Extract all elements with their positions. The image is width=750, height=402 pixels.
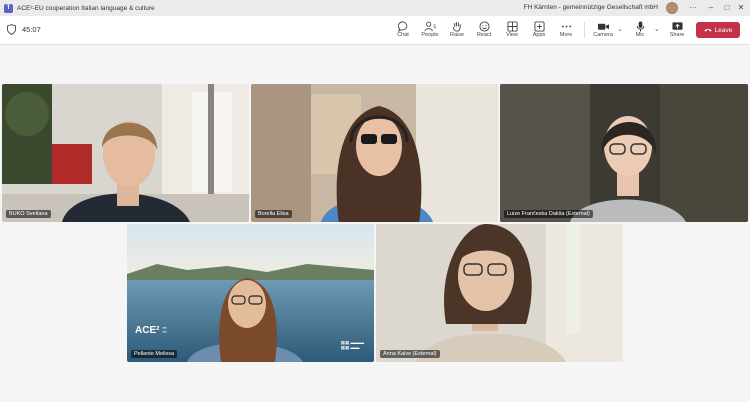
video-tile-buko-svetlana[interactable]: BUKO Svetlana <box>2 84 249 222</box>
participant-name: Pellante Melissa <box>131 350 178 358</box>
video-tile-pellante-melissa[interactable]: ACE² ▪▪▪ ▪▪▪ ▦▦ ▬▬▬ ▦▦ ▬▬ Pellante Melissa <box>127 224 374 362</box>
video-tile-anna-kalve[interactable]: Anna Kalve (External) <box>376 224 623 362</box>
view-button[interactable]: View <box>499 19 525 43</box>
camera-button[interactable]: Camera <box>590 19 616 43</box>
participant-name: BUKO Svetlana <box>6 210 51 218</box>
svg-text:5: 5 <box>433 24 436 30</box>
apps-plus-icon <box>533 21 545 32</box>
more-options-icon[interactable]: ··· <box>684 1 702 15</box>
participant-video <box>251 84 498 222</box>
phone-hangup-icon <box>704 28 712 32</box>
raise-hand-button[interactable]: Raise <box>444 19 470 43</box>
people-icon: 5 <box>424 21 436 32</box>
people-button[interactable]: 5 People <box>417 19 443 43</box>
window-title: ACE²-EU cooperation Italian language & c… <box>17 4 155 12</box>
teams-logo-icon: T <box>4 3 13 13</box>
microphone-icon <box>636 21 644 32</box>
participant-name: Anna Kalve (External) <box>380 350 440 358</box>
organization-name: FH Kärnten - gemeinnützige Gesellschaft … <box>523 4 658 11</box>
ace2-logo: ACE² ▪▪▪ ▪▪▪ <box>135 325 167 336</box>
share-button[interactable]: Share <box>664 19 690 43</box>
react-button[interactable]: React <box>471 19 497 43</box>
toolbar-divider <box>584 22 585 38</box>
hand-icon <box>452 21 461 32</box>
grid-view-icon <box>506 21 518 32</box>
participant-name: Borella Elisa <box>255 210 292 218</box>
title-bar: T ACE²-EU cooperation Italian language &… <box>0 0 750 16</box>
meeting-timer: 45:07 <box>22 25 41 34</box>
mic-options-chevron-icon[interactable]: ⌄ <box>654 25 660 33</box>
camera-options-chevron-icon[interactable]: ⌄ <box>617 25 623 33</box>
video-tile-luize-franceska-daksa[interactable]: Luize Frančeska Dakša (External) <box>500 84 748 222</box>
video-tile-borella-elisa[interactable]: Borella Elisa <box>251 84 498 222</box>
meeting-toolbar: 45:07 Chat 5 People Raise React View App… <box>0 16 750 45</box>
chat-button[interactable]: Chat <box>390 19 416 43</box>
shield-icon <box>7 24 16 35</box>
leave-button[interactable]: Leave <box>696 22 740 38</box>
share-screen-icon <box>671 22 683 30</box>
user-avatar[interactable] <box>666 2 678 14</box>
ellipsis-icon <box>561 25 571 28</box>
smiley-icon <box>478 21 490 32</box>
chat-icon <box>397 21 407 33</box>
close-icon[interactable]: ✕ <box>732 1 750 15</box>
participant-name: Luize Frančeska Dakša (External) <box>504 210 593 218</box>
camera-icon <box>597 23 609 30</box>
fh-kaernten-logo: ▦▦ ▬▬▬ ▦▦ ▬▬ <box>340 340 364 350</box>
participant-video <box>376 224 623 362</box>
participant-video <box>2 84 249 222</box>
participant-video <box>127 224 374 362</box>
mic-button[interactable]: Mic <box>627 19 653 43</box>
more-button[interactable]: More <box>553 19 579 43</box>
participant-video <box>500 84 748 222</box>
apps-button[interactable]: Apps <box>526 19 552 43</box>
